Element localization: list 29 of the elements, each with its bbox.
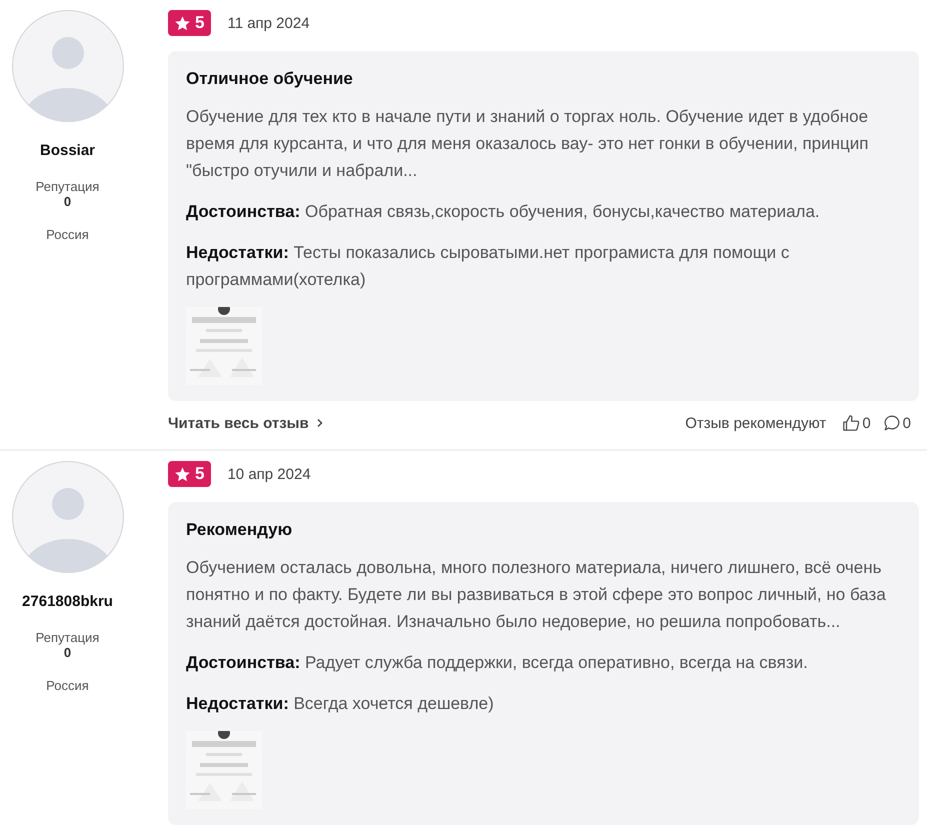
reputation-label: Репутация (36, 179, 100, 194)
author-name[interactable]: 2761808bkru (22, 593, 113, 610)
review-date: 10 апр 2024 (227, 466, 311, 482)
comment-icon[interactable] (882, 414, 901, 432)
country-label: Россия (46, 678, 89, 693)
review-title: Отличное обучение (186, 69, 354, 89)
pros-text: Достоинства: Обратная связь,скорость обучения, бонусы,качество материала. (186, 201, 821, 223)
country-label: Россия (46, 227, 89, 242)
cons-text: Недостатки: Тесты показались сыроватыми.нет програмиста для помощи с программами(хотелка) (186, 242, 790, 291)
review-text: Обучением осталась довольна, много полезного материала, ничего лишнего, всё очень понятно и по факту. Будете ли вы развиваться в этой сфере это вопрос личный, но база знаний даётся достойная. Изначально было недоверие, но решила попробовать... (186, 557, 886, 633)
chevron-icon (314, 418, 325, 428)
thumbs-up-icon[interactable] (842, 414, 860, 432)
avatar-icon (12, 10, 124, 122)
reputation-label: Репутация (36, 630, 100, 645)
reputation-value: 0 (64, 645, 72, 660)
recommend-label: Отзыв рекомендуют (685, 414, 826, 432)
avatar-icon (12, 461, 124, 573)
likes-count: 0 (862, 414, 871, 432)
rating-badge: 5 (168, 10, 212, 36)
review-title: Рекомендую (186, 520, 294, 540)
rating-badge: 5 (168, 461, 212, 487)
author-name[interactable]: Bossiar (40, 142, 96, 159)
reputation-value: 0 (64, 194, 72, 209)
cons-text: Недостатки: Всегда хочется дешевле) (186, 693, 495, 715)
read-more-link[interactable]: Читать весь отзыв (168, 414, 325, 432)
comments-count: 0 (902, 414, 911, 432)
review-text: Обучение для тех кто в начале пути и знаний о торгах ноль. Обучение идет в удобное время для курсанта, и что для меня оказалось вау- это нет гонки в обучении, принцип "быстро отучили и набрали... (186, 106, 870, 182)
review-date: 11 апр 2024 (227, 14, 310, 32)
pros-text: Достоинства: Радует служба поддержки, всегда оперативно, всегда на связи. (186, 652, 809, 674)
